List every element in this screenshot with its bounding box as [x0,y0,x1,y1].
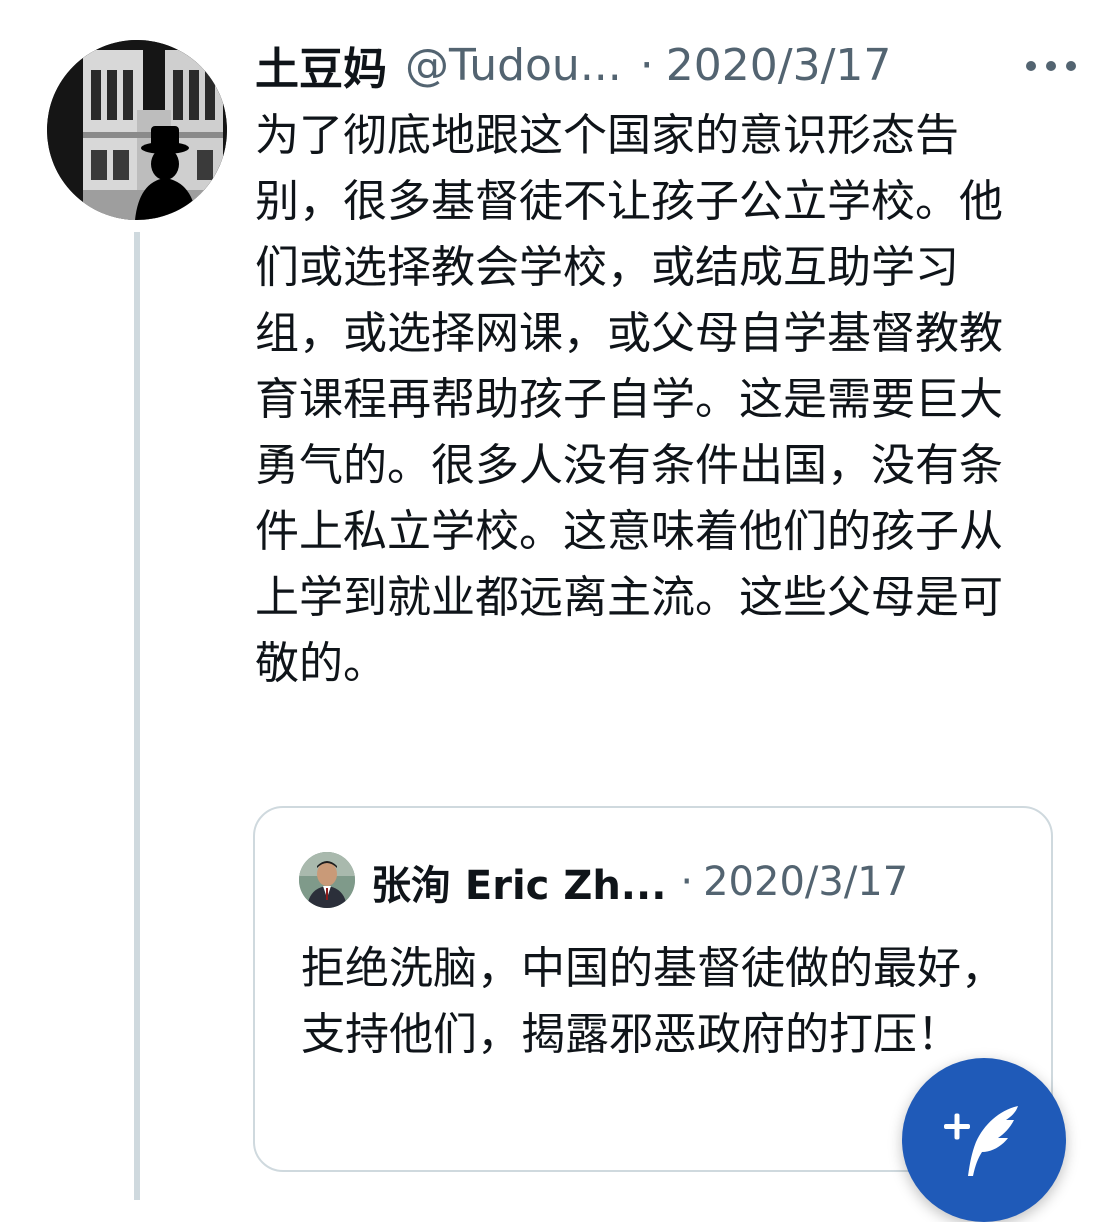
author-display-name[interactable]: 土豆妈 [255,33,387,97]
quoted-author-avatar [299,852,355,908]
tweet-date[interactable]: 2020/3/17 [666,40,892,91]
tweet[interactable]: 土豆妈 @Tudou... · 2020/3/17 为了彻底地跟这个国家的意识形… [0,0,1101,1200]
more-horizontal-icon[interactable] [1021,56,1081,76]
quoted-author-display-name: 张洵 Eric Zh... [371,853,666,911]
compose-tweet-icon [940,1100,1030,1182]
tweet-header: 土豆妈 @Tudou... · 2020/3/17 [255,34,1075,96]
tweet-text: 为了彻底地跟这个国家的意识形态告别，很多基督徒不让孩子公立学校。他们或选择教会学… [255,103,1015,697]
header-separator: · [640,40,654,91]
quoted-header-separator: · [680,859,693,905]
avatar-image [47,40,227,220]
quoted-tweet-date: 2020/3/17 [703,859,908,905]
author-avatar[interactable] [47,40,227,220]
quoted-avatar-image [299,852,355,908]
author-handle[interactable]: @Tudou... [405,40,622,91]
quoted-tweet-header: 张洵 Eric Zh... · 2020/3/17 [371,854,908,910]
thread-connector-line [134,232,140,1200]
compose-tweet-button[interactable] [902,1058,1066,1222]
quoted-tweet-text: 拒绝洗脑，中国的基督徒做的最好，支持他们，揭露邪恶政府的打压！ [301,936,1031,1068]
